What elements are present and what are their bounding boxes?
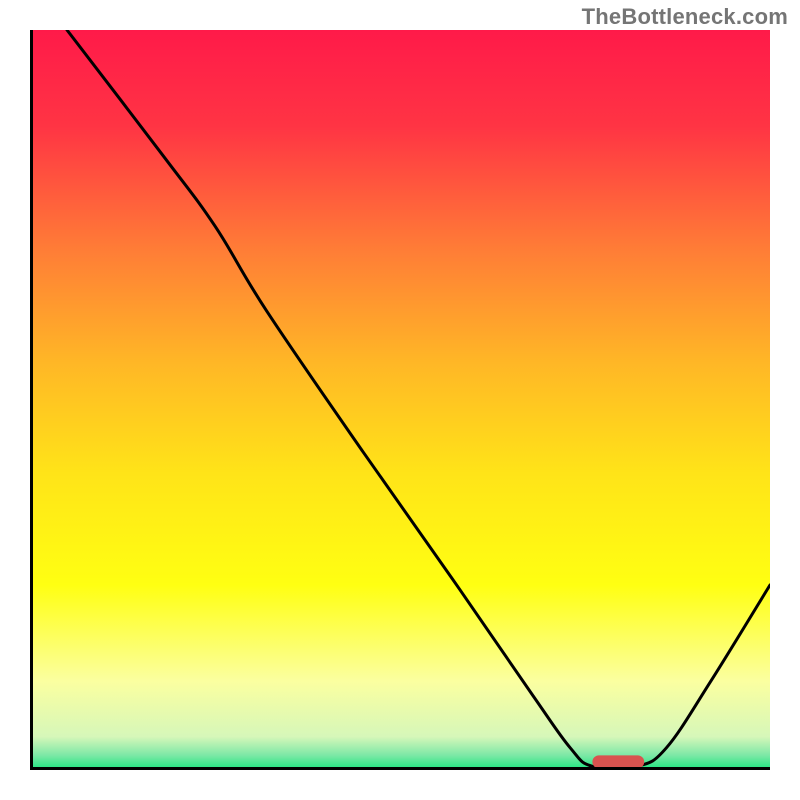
plot-svg bbox=[30, 30, 770, 770]
optimal-marker bbox=[592, 755, 644, 768]
gradient-background bbox=[30, 30, 770, 770]
chart-container: TheBottleneck.com bbox=[0, 0, 800, 800]
bottleneck-plot bbox=[30, 30, 770, 770]
watermark-text: TheBottleneck.com bbox=[582, 4, 788, 30]
